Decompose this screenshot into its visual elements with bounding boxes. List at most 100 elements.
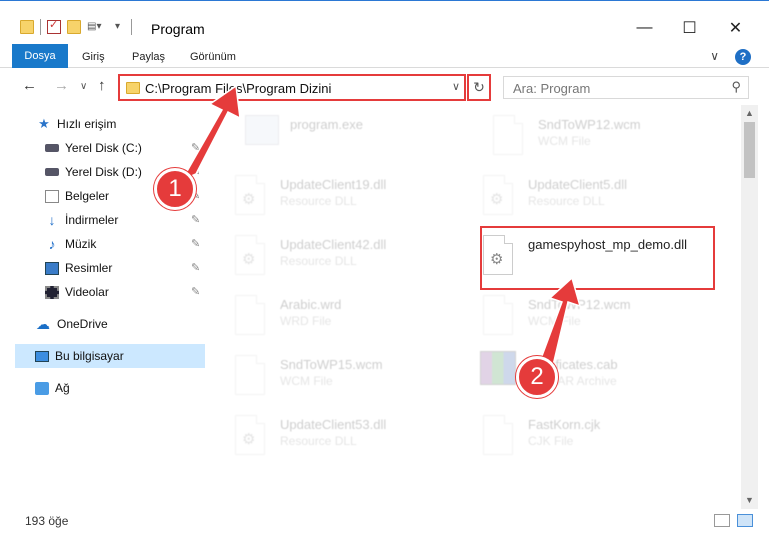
- sidebar-item-disk-c[interactable]: Yerel Disk (C:): [45, 137, 142, 159]
- scroll-thumb[interactable]: [744, 122, 755, 178]
- ribbon-expand-icon[interactable]: ∨: [710, 49, 719, 65]
- minimize-button[interactable]: —: [622, 13, 667, 43]
- file-name: UpdateClient5.dll: [528, 177, 628, 192]
- file-type: WCM File: [528, 314, 581, 328]
- file-item[interactable]: Certificates.cab WinRAR Archive: [463, 349, 693, 407]
- folder-icon: [126, 82, 140, 94]
- pin-icon[interactable]: ✎: [191, 165, 200, 178]
- file-item[interactable]: SndToWP12.wcm WCM File: [473, 109, 703, 167]
- pin-icon[interactable]: ✎: [191, 285, 200, 298]
- generic-file-icon: [235, 295, 265, 335]
- item-count: 193 öğe: [25, 514, 69, 528]
- up-arrow-icon[interactable]: ↑: [98, 77, 106, 94]
- scroll-down-icon[interactable]: ▼: [745, 495, 754, 505]
- file-item[interactable]: program.exe: [225, 109, 455, 167]
- file-name: UpdateClient53.dll: [280, 417, 387, 432]
- sidebar-item-network[interactable]: Ağ: [35, 377, 70, 399]
- file-name: UpdateClient19.dll: [280, 177, 387, 192]
- sidebar-item-label: OneDrive: [57, 317, 108, 331]
- star-icon: ★: [38, 116, 50, 131]
- tab-view[interactable]: Görünüm: [190, 46, 236, 68]
- vertical-scrollbar[interactable]: ▲ ▼: [741, 105, 758, 509]
- sidebar-item-label: Yerel Disk (C:): [65, 141, 142, 155]
- file-type: CJK File: [528, 434, 574, 448]
- forward-arrow-icon[interactable]: →: [54, 77, 69, 94]
- toolbar-dropdown-icon[interactable]: ▾: [115, 20, 125, 34]
- sidebar-item-this-pc[interactable]: Bu bilgisayar: [35, 345, 124, 367]
- chevron-down-icon[interactable]: ∨: [452, 80, 460, 93]
- file-name: SndToWP15.wcm: [280, 357, 383, 372]
- tab-file[interactable]: Dosya: [12, 44, 68, 68]
- address-bar[interactable]: C:\Program Files\Program Dizini ∨: [118, 74, 466, 101]
- recent-locations-icon[interactable]: ∨: [80, 81, 87, 92]
- videos-icon: [45, 285, 59, 299]
- winrar-icon: [480, 351, 516, 385]
- dll-icon: ⚙: [235, 415, 265, 455]
- sidebar-item-documents[interactable]: Belgeler: [45, 185, 109, 207]
- sidebar-item-music[interactable]: ♪ Müzik: [45, 233, 97, 255]
- search-icon: ⚲: [731, 79, 741, 94]
- sidebar-item-label: Bu bilgisayar: [55, 349, 124, 363]
- tab-home[interactable]: Giriş: [82, 46, 105, 68]
- tab-share[interactable]: Paylaş: [132, 46, 165, 68]
- close-button[interactable]: ✕: [713, 13, 758, 43]
- properties-icon[interactable]: [47, 18, 61, 34]
- file-name: UpdateClient42.dll: [280, 237, 387, 252]
- sidebar-item-quick-access[interactable]: ★ Hızlı erişim: [37, 113, 116, 135]
- pictures-icon: [45, 261, 59, 275]
- sidebar-item-label: Hızlı erişim: [57, 117, 117, 131]
- file-item[interactable]: FastKorn.cjk CJK File: [463, 409, 693, 467]
- new-folder-icon[interactable]: [67, 20, 81, 34]
- refresh-button[interactable]: ↻: [467, 74, 491, 101]
- pin-icon[interactable]: ✎: [191, 237, 200, 250]
- file-item[interactable]: Arabic.wrd WRD File: [215, 289, 445, 347]
- separator: [40, 19, 41, 35]
- file-name: Arabic.wrd: [280, 297, 342, 312]
- generic-file-icon: [483, 295, 513, 335]
- sidebar-item-downloads[interactable]: ↓ İndirmeler: [45, 209, 119, 231]
- callout-2: 2: [516, 356, 558, 398]
- back-arrow-icon[interactable]: ←: [22, 77, 37, 94]
- file-type: Resource DLL: [280, 254, 357, 268]
- ribbon: Dosya Giriş Paylaş Görünüm ∨ ?: [0, 44, 769, 68]
- search-placeholder: Ara: Program: [513, 81, 591, 96]
- details-view-icon[interactable]: [714, 514, 730, 527]
- help-icon[interactable]: ?: [735, 49, 751, 65]
- large-icons-view-icon[interactable]: [737, 514, 753, 527]
- sidebar-item-videos[interactable]: Videolar: [45, 281, 109, 303]
- file-list: program.exe SndToWP12.wcm WCM File ⚙ Upd…: [215, 105, 742, 509]
- file-item[interactable]: ⚙ UpdateClient5.dll Resource DLL: [463, 169, 693, 227]
- maximize-button[interactable]: ☐: [667, 13, 712, 43]
- pin-icon[interactable]: ✎: [191, 261, 200, 274]
- sidebar-item-label: Belgeler: [65, 189, 110, 203]
- sidebar-item-pictures[interactable]: Resimler: [45, 257, 112, 279]
- sidebar-item-label: Videolar: [65, 285, 109, 299]
- file-item[interactable]: ⚙ UpdateClient42.dll Resource DLL: [215, 229, 445, 287]
- pin-icon[interactable]: ✎: [191, 213, 200, 226]
- downloads-icon: ↓: [48, 212, 56, 228]
- status-bar: 193 öğe: [0, 509, 769, 533]
- search-input[interactable]: Ara: Program ⚲: [503, 76, 749, 99]
- drive-icon: [45, 144, 59, 152]
- sidebar-item-label: Resimler: [65, 261, 113, 275]
- file-name: SndToWP12.wcm: [528, 297, 631, 312]
- file-item[interactable]: ⚙ UpdateClient53.dll Resource DLL: [215, 409, 445, 467]
- dll-icon: ⚙: [235, 235, 265, 275]
- dll-icon: ⚙: [235, 175, 265, 215]
- sidebar-item-label: Yerel Disk (D:): [65, 165, 142, 179]
- file-type: Resource DLL: [528, 194, 605, 208]
- pin-icon[interactable]: ✎: [191, 141, 200, 154]
- file-item[interactable]: SndToWP15.wcm WCM File: [215, 349, 445, 407]
- sidebar-item-label: İndirmeler: [65, 213, 119, 227]
- file-item[interactable]: ⚙ UpdateClient19.dll Resource DLL: [215, 169, 445, 227]
- file-type: Resource DLL: [280, 434, 357, 448]
- sidebar-item-onedrive[interactable]: ☁ OneDrive: [35, 313, 108, 335]
- customize-toolbar-icon[interactable]: ▤▾: [87, 20, 109, 34]
- sidebar-item-disk-d[interactable]: Yerel Disk (D:): [45, 161, 142, 183]
- file-item[interactable]: SndToWP12.wcm WCM File: [463, 289, 693, 347]
- exe-icon: [245, 115, 279, 145]
- file-type: WCM File: [538, 134, 591, 148]
- scroll-up-icon[interactable]: ▲: [745, 108, 754, 118]
- file-name: SndToWP12.wcm: [538, 117, 641, 132]
- folder-icon[interactable]: [20, 20, 34, 34]
